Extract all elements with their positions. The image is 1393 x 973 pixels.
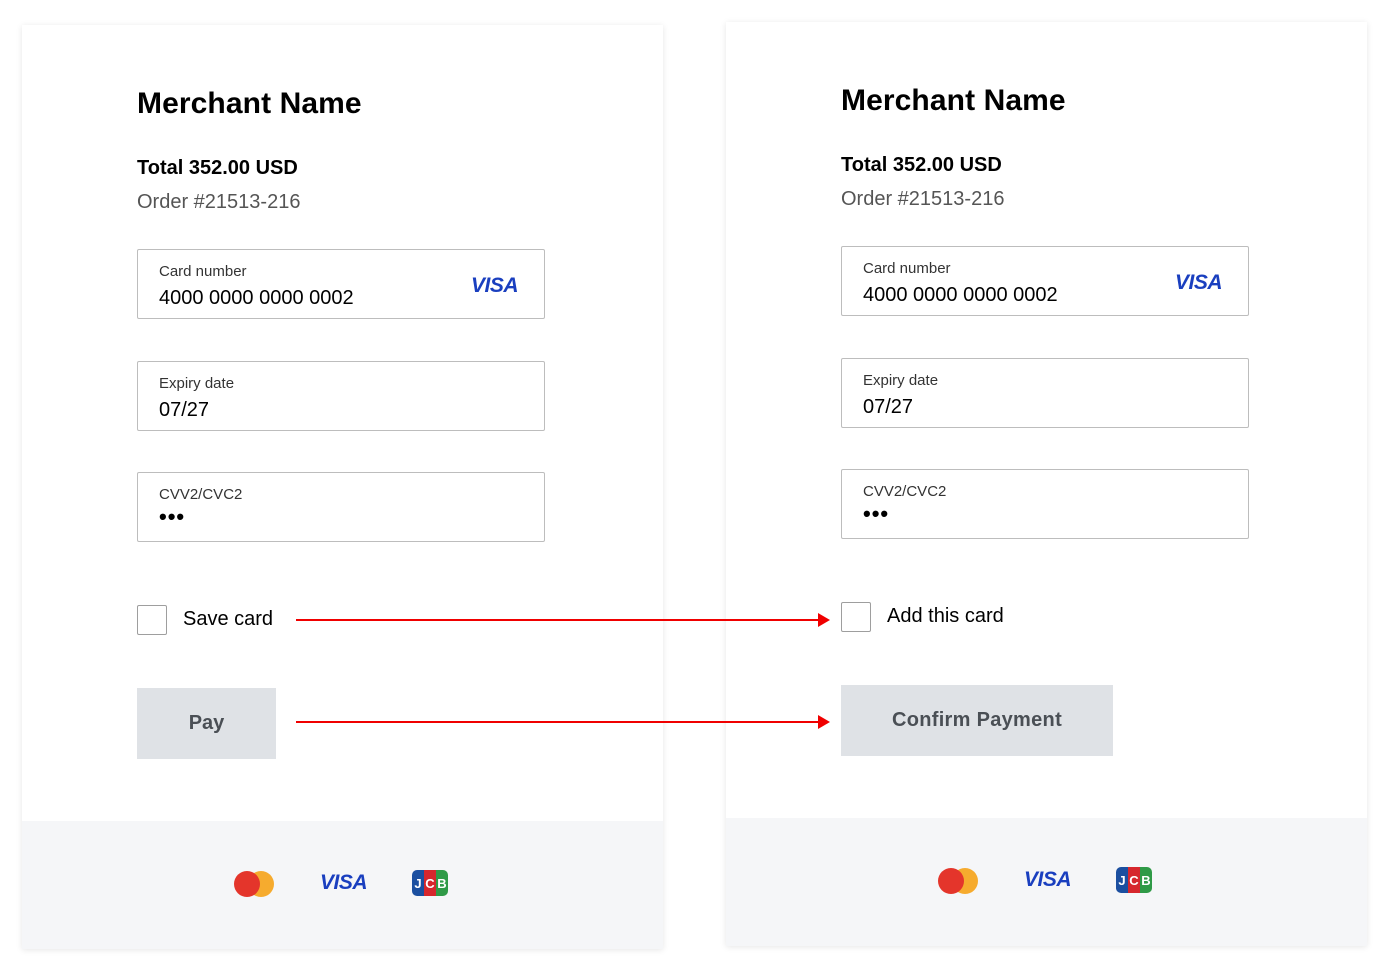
card-number-value[interactable]: 4000 0000 0000 0002 [863, 284, 1058, 307]
expiry-date-label: Expiry date [159, 375, 235, 392]
add-card-checkbox[interactable] [841, 602, 871, 632]
cvv-field[interactable]: CVV2/CVC2 ••• [137, 472, 545, 542]
jcb-icon: J C B [412, 870, 448, 896]
order-number: Order #21513-216 [841, 188, 1005, 210]
visa-icon: VISA [470, 274, 519, 297]
order-total: Total 352.00 USD [137, 157, 298, 179]
save-card-checkbox[interactable] [137, 605, 167, 635]
cvv-label: CVV2/CVC2 [863, 483, 947, 500]
cvv-value[interactable]: ••• [863, 501, 889, 527]
card-number-label: Card number [159, 263, 247, 280]
mastercard-icon [234, 871, 276, 897]
save-card-label[interactable]: Save card [183, 608, 273, 631]
button-change-arrow [296, 715, 830, 729]
expiry-date-value[interactable]: 07/27 [863, 396, 913, 419]
confirm-payment-button[interactable]: Confirm Payment [841, 685, 1113, 756]
merchant-name: Merchant Name [841, 84, 1066, 117]
cvv-label: CVV2/CVC2 [159, 486, 243, 503]
expiry-date-value[interactable]: 07/27 [159, 399, 209, 422]
card-number-label: Card number [863, 260, 951, 277]
order-number: Order #21513-216 [137, 191, 301, 213]
payment-form-before: Merchant Name Total 352.00 USD Order #21… [22, 25, 663, 949]
order-total: Total 352.00 USD [841, 154, 1002, 176]
expiry-date-field[interactable]: Expiry date 07/27 [137, 361, 545, 431]
accepted-cards-footer: VISA J C B [22, 821, 663, 949]
visa-icon: VISA [320, 871, 368, 894]
visa-icon: VISA [1174, 271, 1223, 294]
card-number-value[interactable]: 4000 0000 0000 0002 [159, 287, 354, 310]
checkbox-change-arrow [296, 613, 830, 627]
pay-button[interactable]: Pay [137, 688, 276, 759]
payment-form-after: Merchant Name Total 352.00 USD Order #21… [726, 22, 1367, 946]
cvv-field[interactable]: CVV2/CVC2 ••• [841, 469, 1249, 539]
expiry-date-field[interactable]: Expiry date 07/27 [841, 358, 1249, 428]
card-number-field[interactable]: Card number 4000 0000 0000 0002 VISA [841, 246, 1249, 316]
visa-icon: VISA [1024, 868, 1072, 891]
accepted-cards-footer: VISA J C B [726, 818, 1367, 946]
merchant-name: Merchant Name [137, 87, 362, 120]
cvv-value[interactable]: ••• [159, 504, 185, 530]
expiry-date-label: Expiry date [863, 372, 939, 389]
card-number-field[interactable]: Card number 4000 0000 0000 0002 VISA [137, 249, 545, 319]
add-card-label[interactable]: Add this card [887, 605, 1004, 628]
mastercard-icon [938, 868, 980, 894]
jcb-icon: J C B [1116, 867, 1152, 893]
